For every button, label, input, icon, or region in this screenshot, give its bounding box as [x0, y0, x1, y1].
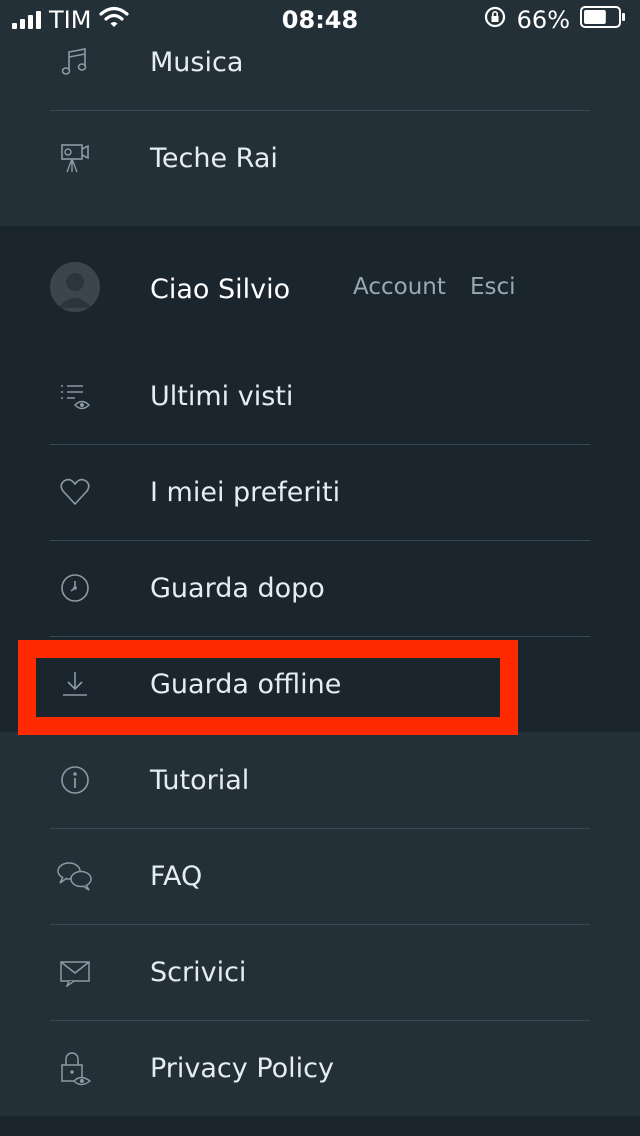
menu-item-label: I miei preferiti — [150, 476, 341, 508]
wifi-icon — [99, 6, 130, 34]
envelope-icon — [50, 947, 100, 997]
menu-item-faq[interactable]: FAQ — [50, 828, 590, 925]
menu-item-label: Ultimi visti — [150, 380, 294, 412]
menu-item-label: Guarda dopo — [150, 572, 325, 604]
menu-item-teche-rai[interactable]: Teche Rai — [50, 110, 590, 206]
heart-icon — [50, 467, 100, 517]
menu-item-label: Teche Rai — [150, 142, 278, 174]
music-note-icon — [50, 37, 100, 87]
video-camera-icon — [50, 133, 100, 183]
logout-link[interactable]: Esci — [470, 274, 516, 300]
battery-icon — [580, 6, 626, 34]
avatar-icon[interactable] — [50, 262, 100, 312]
status-bar: TIM 08:48 66% — [0, 0, 640, 40]
carrier-name: TIM — [49, 6, 92, 34]
user-row: Ciao Silvio Account Esci — [50, 242, 590, 338]
menu-item-label: Tutorial — [150, 764, 250, 796]
menu-item-label: Privacy Policy — [150, 1052, 335, 1084]
menu-item-scrivici[interactable]: Scrivici — [50, 924, 590, 1021]
lock-eye-icon — [50, 1043, 100, 1093]
signal-icon — [12, 11, 41, 29]
user-greeting: Ciao Silvio — [150, 274, 291, 305]
highlight-box — [18, 640, 518, 735]
list-eye-icon — [50, 371, 100, 421]
menu-item-preferiti[interactable]: I miei preferiti — [50, 444, 590, 541]
menu-item-guarda-dopo[interactable]: Guarda dopo — [50, 540, 590, 637]
menu-item-tutorial[interactable]: Tutorial — [50, 732, 590, 829]
info-icon — [50, 755, 100, 805]
rotation-lock-icon — [483, 5, 507, 35]
menu-item-label: Musica — [150, 46, 244, 78]
menu-item-ultimi-visti[interactable]: Ultimi visti — [50, 348, 590, 445]
battery-percent: 66% — [516, 6, 570, 34]
clock-icon — [50, 563, 100, 613]
account-link[interactable]: Account — [353, 274, 446, 300]
bottom-strip — [0, 1116, 640, 1136]
menu-item-label: FAQ — [150, 860, 203, 892]
menu-item-privacy-policy[interactable]: Privacy Policy — [50, 1020, 590, 1116]
menu-item-label: Scrivici — [150, 956, 247, 988]
chat-bubbles-icon — [50, 851, 100, 901]
